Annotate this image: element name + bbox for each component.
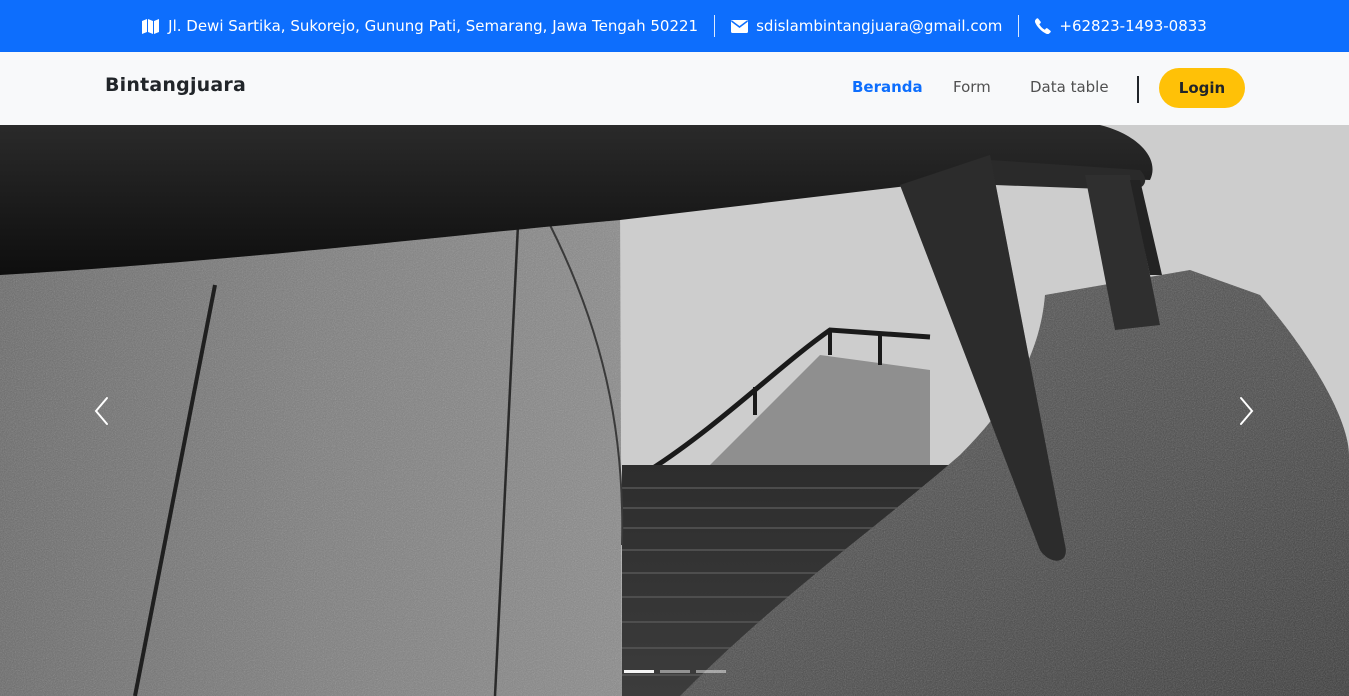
login-button[interactable]: Login	[1159, 68, 1245, 108]
main-navbar: Bintangjuara Beranda Form Data table Log…	[0, 52, 1349, 125]
carousel-next-button[interactable]	[1232, 395, 1262, 431]
phone-info: +62823-1493-0833	[1019, 15, 1222, 37]
carousel-indicator-2[interactable]	[660, 670, 690, 673]
nav-divider	[1137, 76, 1139, 103]
address-info: Jl. Dewi Sartika, Sukorejo, Gunung Pati,…	[126, 15, 714, 37]
chevron-right-icon	[1239, 396, 1255, 430]
envelope-icon	[731, 19, 749, 33]
email-link[interactable]: sdislambintangjuara@gmail.com	[756, 17, 1002, 35]
carousel-indicators	[624, 670, 726, 673]
nav-link-beranda[interactable]: Beranda	[852, 78, 923, 96]
email-info: sdislambintangjuara@gmail.com	[715, 15, 1018, 37]
carousel-slide-image	[0, 125, 1349, 696]
hero-carousel	[0, 125, 1349, 696]
carousel-indicator-3[interactable]	[696, 670, 726, 673]
chevron-left-icon	[93, 396, 109, 430]
top-info-bar: Jl. Dewi Sartika, Sukorejo, Gunung Pati,…	[0, 0, 1349, 52]
address-text: Jl. Dewi Sartika, Sukorejo, Gunung Pati,…	[168, 17, 699, 35]
nav-link-data-table[interactable]: Data table	[1030, 78, 1109, 96]
phone-icon	[1035, 18, 1052, 34]
map-icon	[142, 18, 160, 34]
phone-link[interactable]: +62823-1493-0833	[1059, 17, 1206, 35]
carousel-prev-button[interactable]	[86, 395, 116, 431]
nav-link-form[interactable]: Form	[953, 78, 991, 96]
carousel-indicator-1[interactable]	[624, 670, 654, 673]
brand-logo[interactable]: Bintangjuara	[105, 74, 246, 96]
